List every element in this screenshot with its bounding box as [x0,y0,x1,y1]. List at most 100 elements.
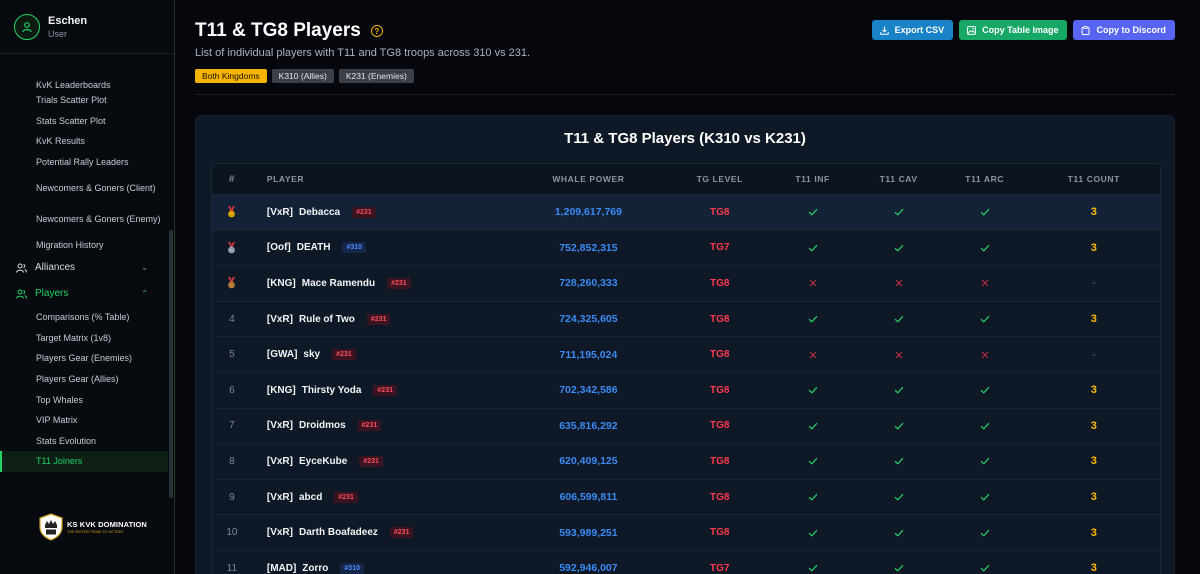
t11-count-value: 3 [1090,419,1097,432]
t11-count-value: 3 [1090,562,1097,574]
sidebar-item-gear-enemies[interactable]: Players Gear (Enemies) [0,348,168,369]
export-csv-button[interactable]: Export CSV [871,20,954,40]
row-rank: 10 [226,527,238,539]
row-rank: 6 [229,384,235,396]
sidebar-item-stats-scatter[interactable]: Stats Scatter Plot [0,111,168,132]
column-header-t11-inf[interactable]: T11 INF [770,174,856,184]
check-icon [942,564,1028,572]
sidebar-item-vip-matrix[interactable]: VIP Matrix [0,410,168,431]
sidebar-item-t11-joiners[interactable]: T11 Joiners [0,451,168,472]
user-name: Eschen [48,14,88,27]
tab-k231-enemies[interactable]: K231 (Enemies) [338,69,414,83]
sidebar-group-players-label: Players [35,288,69,300]
column-header-player[interactable]: PLAYER [252,174,507,184]
player-name[interactable]: sky [303,349,320,360]
player-name[interactable]: Zorro [302,563,328,574]
player-name[interactable]: Mace Ramendu [302,278,375,289]
sidebar-item-newcomers-enemy[interactable]: Newcomers & Goners (Enemy) [0,203,168,234]
sidebar-item-comparisons[interactable]: Comparisons (% Table) [0,307,168,328]
table-body: [VxR] Debacca #231 1,209,617,769 TG8 3 [Oof] DE… [212,195,1160,574]
chevron-up-icon: ⌃ [141,289,148,299]
copy-to-discord-button[interactable]: Copy to Discord [1073,20,1175,40]
cross-icon [856,279,942,287]
table-row[interactable]: 5 [GWA] sky #231 711,195,024 TG8 - [212,337,1160,373]
player-name[interactable]: DEATH [297,242,331,253]
brand-logo: KS KVK DOMINATION THE FASTEST ROAD TO VI… [38,513,147,541]
sidebar-item-kvk-leaderboards[interactable]: KvK Leaderboards [0,74,168,90]
copy-table-image-button[interactable]: Copy Table Image [959,20,1068,40]
sidebar-item-target-matrix[interactable]: Target Matrix (1v8) [0,328,168,349]
table-row[interactable]: [Oof] DEATH #310 752,852,315 TG7 3 [212,230,1160,267]
tab-k310-allies[interactable]: K310 (Allies) [271,69,334,83]
tab-both-kingdoms[interactable]: Both Kingdoms [195,69,267,83]
sidebar-item-newcomers-client[interactable]: Newcomers & Goners (Client) [0,172,168,203]
check-icon [942,529,1028,537]
t11-count-value: 3 [1090,241,1097,254]
check-icon [856,529,942,537]
row-rank: 7 [229,420,235,432]
tg-level-value: TG8 [710,384,730,396]
column-header-t11-arc[interactable]: T11 ARC [942,174,1028,184]
t11-count-value: 3 [1090,491,1097,504]
sidebar-item-top-whales[interactable]: Top Whales [0,389,168,410]
sidebar-item-kvk-results[interactable]: KvK Results [0,131,168,152]
table-row[interactable]: 4 [VxR] Rule of Two #231 724,325,605 TG8 3 [212,301,1160,338]
tg-level-value: TG8 [710,527,730,539]
table-row[interactable]: [VxR] Debacca #231 1,209,617,769 TG8 3 [212,195,1160,231]
user-profile[interactable]: Eschen User [0,0,174,54]
whale-power-value: 620,409,125 [559,455,618,468]
table-row[interactable]: 8 [VxR] EyceKube #231 620,409,125 TG8 3 [212,444,1160,480]
page-title-text: T11 & TG8 Players [195,20,361,41]
sidebar-group-alliances[interactable]: Alliances ⌄ [0,255,168,281]
table-row[interactable]: 7 [VxR] Droidmos #231 635,816,292 TG8 3 [212,408,1160,445]
column-header-t11-cav[interactable]: T11 CAV [856,174,942,184]
sidebar-scrollbar[interactable] [169,230,173,498]
kingdom-badge: #231 [357,420,382,432]
check-icon [942,244,1028,252]
player-name[interactable]: Debacca [299,207,340,218]
column-header-t11-count[interactable]: T11 COUNT [1028,174,1160,184]
sidebar-item-stats-evolution[interactable]: Stats Evolution [0,431,168,452]
player-cell: [VxR] EyceKube #231 [252,455,507,467]
sidebar-item-trials-scatter[interactable]: Trials Scatter Plot [0,90,168,111]
sidebar-group-players[interactable]: Players ⌃ [0,281,168,307]
table-row[interactable]: 11 [MAD] Zorro #310 592,946,007 TG7 3 [212,550,1160,574]
row-rank: 8 [229,455,235,467]
player-name[interactable]: EyceKube [299,456,347,467]
row-rank: 4 [229,313,235,325]
check-icon [856,244,942,252]
player-name[interactable]: Rule of Two [299,314,355,325]
player-cell: [GWA] sky #231 [252,349,507,361]
alliance-tag: [Oof] [266,242,291,254]
player-cell: [VxR] Rule of Two #231 [252,313,507,325]
player-name[interactable]: Thirsty Yoda [302,385,362,396]
copy-to-discord-label: Copy to Discord [1096,25,1166,35]
column-header-rank[interactable]: # [212,174,252,185]
player-name[interactable]: abcd [299,492,322,503]
player-name[interactable]: Darth Boafadeez [299,527,378,538]
tg-level-value: TG8 [710,455,730,467]
cross-icon [942,279,1028,287]
table-row[interactable]: [KNG] Mace Ramendu #231 728,260,333 TG8 - [212,266,1160,302]
app-window: Eschen User KvK Leaderboards Trials Scat… [0,0,1200,574]
table-row[interactable]: 6 [KNG] Thirsty Yoda #231 702,342,586 TG8 3 [212,372,1160,409]
alliance-tag: [VxR] [266,491,293,503]
table-row[interactable]: 10 [VxR] Darth Boafadeez #231 593,989,251 TG8… [212,515,1160,551]
t11-count-value: - [1092,277,1096,290]
column-header-tg-level[interactable]: TG LEVEL [670,174,770,184]
kingdom-badge: #231 [334,491,358,503]
check-icon [770,244,856,252]
alliance-tag: [VxR] [266,313,293,325]
sidebar-item-migration-history[interactable]: Migration History [0,234,168,255]
help-icon[interactable]: ? [370,25,383,37]
column-header-whale-power[interactable]: WHALE POWER [507,174,670,184]
chevron-down-icon: ⌄ [141,263,148,273]
check-icon [942,315,1028,323]
sidebar-item-gear-allies[interactable]: Players Gear (Allies) [0,369,168,390]
whale-power-value: 728,260,333 [559,277,618,290]
player-name[interactable]: Droidmos [299,420,346,431]
check-icon [942,422,1028,430]
sidebar-item-rally-leaders[interactable]: Potential Rally Leaders [0,152,168,173]
table-row[interactable]: 9 [VxR] abcd #231 606,599,811 TG8 3 [212,479,1160,516]
silver-medal-icon [212,241,252,254]
